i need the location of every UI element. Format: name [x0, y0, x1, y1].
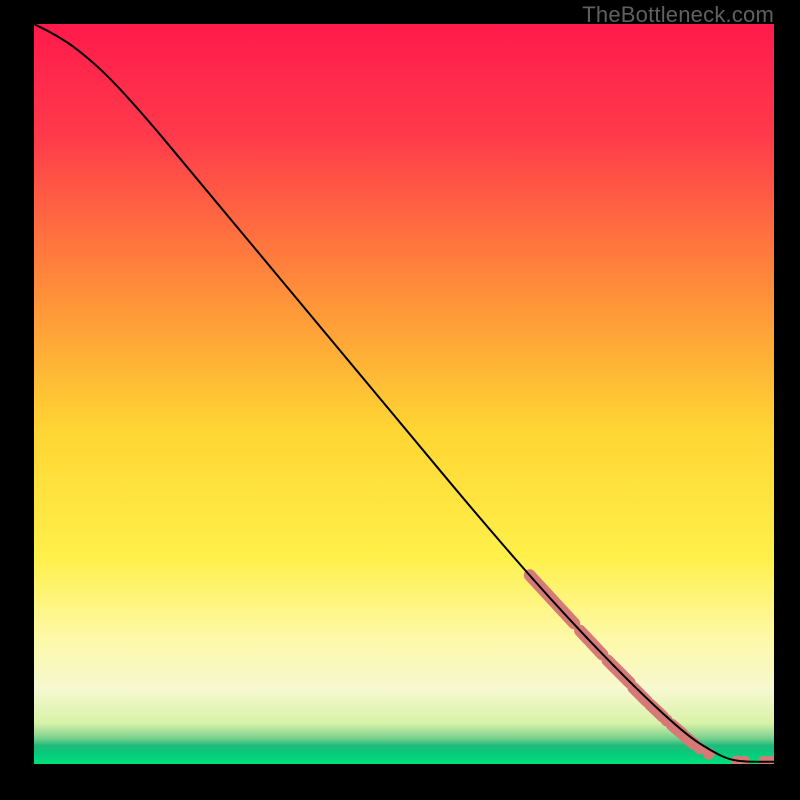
- chart-svg: [34, 24, 774, 764]
- plot-area: [34, 24, 774, 764]
- chart-container: TheBottleneck.com: [0, 0, 800, 800]
- gradient-background: [34, 24, 774, 764]
